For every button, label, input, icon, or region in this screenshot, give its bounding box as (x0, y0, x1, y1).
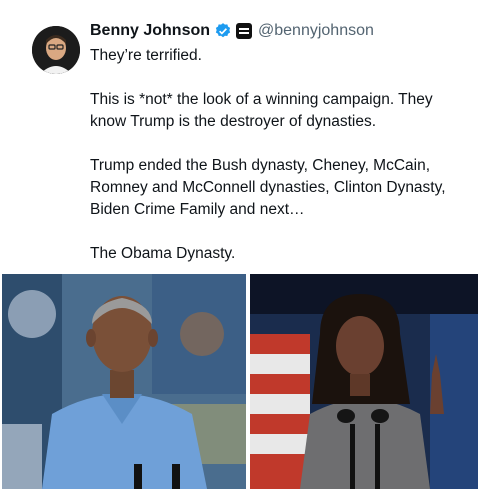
avatar[interactable] (32, 26, 80, 74)
tweet-paragraph: Trump ended the Bush dynasty, Cheney, Mc… (90, 157, 446, 218)
tweet-photo-2[interactable] (250, 274, 478, 489)
author-row: Benny Johnson @bennyjohnson (90, 22, 374, 40)
author-display-name[interactable]: Benny Johnson (90, 22, 210, 40)
tweet-photo-1[interactable] (2, 274, 246, 489)
verified-badge-icon (215, 23, 231, 38)
tweet-paragraph: This is *not* the look of a winning camp… (90, 91, 433, 130)
affiliation-badge-icon (236, 23, 253, 39)
tweet-text: They’re terrified. This is *not* the loo… (90, 45, 470, 265)
tweet-paragraph: They’re terrified. (90, 47, 202, 64)
tweet-paragraph: The Obama Dynasty. (90, 245, 236, 262)
author-handle[interactable]: @bennyjohnson (258, 22, 374, 40)
